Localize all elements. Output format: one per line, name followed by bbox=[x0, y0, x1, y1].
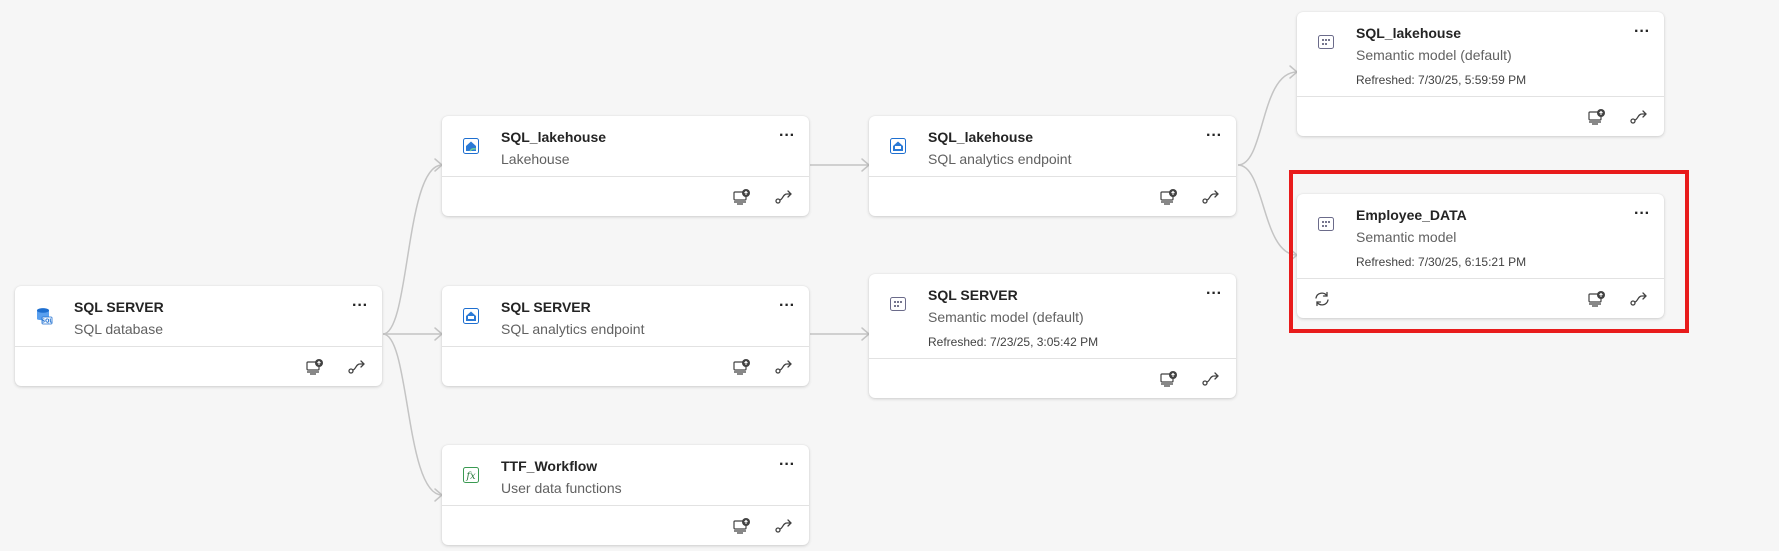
sql-analytics-endpoint-icon bbox=[462, 307, 480, 325]
card-footer bbox=[869, 177, 1236, 216]
card-footer bbox=[15, 347, 382, 386]
card-title[interactable]: SQL_lakehouse bbox=[501, 129, 606, 145]
node-card-ttf-workflow[interactable]: fx TTF_Workflow User data functions ··· bbox=[442, 445, 809, 545]
edge-db-to-lakehouse bbox=[382, 164, 443, 335]
node-card-lakehouse[interactable]: SQL_lakehouse Lakehouse ··· bbox=[442, 116, 809, 216]
user-data-functions-icon: fx bbox=[462, 466, 480, 484]
impact-analysis-icon[interactable] bbox=[1586, 107, 1608, 127]
lineage-icon[interactable] bbox=[1628, 107, 1650, 127]
impact-analysis-icon[interactable] bbox=[1158, 369, 1180, 389]
sql-database-icon: SQL bbox=[35, 307, 53, 325]
svg-text:SQL: SQL bbox=[41, 319, 53, 325]
card-header: SQL SERVER Semantic model (default) Refr… bbox=[869, 274, 1236, 359]
lineage-icon[interactable] bbox=[773, 187, 795, 207]
card-header: SQL_lakehouse SQL analytics endpoint ··· bbox=[869, 116, 1236, 177]
refreshed-timestamp: Refreshed: 7/23/25, 3:05:42 PM bbox=[928, 335, 1099, 349]
impact-analysis-icon[interactable] bbox=[1158, 187, 1180, 207]
impact-analysis-icon[interactable] bbox=[304, 357, 326, 377]
lineage-icon[interactable] bbox=[773, 357, 795, 377]
impact-analysis-icon[interactable] bbox=[731, 357, 753, 377]
card-subtitle: SQL analytics endpoint bbox=[501, 321, 645, 337]
edge-db-to-workflow bbox=[382, 333, 443, 496]
lineage-icon[interactable] bbox=[1200, 369, 1222, 389]
impact-analysis-icon[interactable] bbox=[731, 187, 753, 207]
card-footer bbox=[442, 347, 809, 386]
card-subtitle: User data functions bbox=[501, 480, 622, 496]
card-title[interactable]: SQL SERVER bbox=[928, 287, 1018, 303]
svg-text:fx: fx bbox=[465, 471, 476, 482]
card-title[interactable]: SQL SERVER bbox=[74, 299, 164, 315]
more-options-button[interactable]: ··· bbox=[775, 298, 799, 319]
highlight-box bbox=[1289, 170, 1689, 333]
card-footer bbox=[442, 506, 809, 545]
card-header: SQL_lakehouse Semantic model (default) R… bbox=[1297, 12, 1664, 97]
card-header: fx TTF_Workflow User data functions ··· bbox=[442, 445, 809, 506]
card-footer bbox=[869, 359, 1236, 398]
impact-analysis-icon[interactable] bbox=[731, 516, 753, 536]
card-header: SQL SQL SERVER SQL database ··· bbox=[15, 286, 382, 347]
edge-lh-endpoint-to-lh-model bbox=[1237, 71, 1298, 166]
more-options-button[interactable]: ··· bbox=[1630, 24, 1654, 45]
more-options-button[interactable]: ··· bbox=[1202, 128, 1226, 149]
semantic-model-icon bbox=[1317, 33, 1335, 51]
card-footer bbox=[1297, 97, 1664, 136]
semantic-model-icon bbox=[889, 295, 907, 313]
card-header: SQL_lakehouse Lakehouse ··· bbox=[442, 116, 809, 177]
node-card-sqlserver-endpoint[interactable]: SQL SERVER SQL analytics endpoint ··· bbox=[442, 286, 809, 386]
refreshed-timestamp: Refreshed: 7/30/25, 5:59:59 PM bbox=[1356, 73, 1527, 87]
card-title[interactable]: SQL_lakehouse bbox=[1356, 25, 1461, 41]
card-subtitle: SQL analytics endpoint bbox=[928, 151, 1072, 167]
card-header: SQL SERVER SQL analytics endpoint ··· bbox=[442, 286, 809, 347]
more-options-button[interactable]: ··· bbox=[775, 457, 799, 478]
card-subtitle: Lakehouse bbox=[501, 151, 570, 167]
node-card-sqlserver-database[interactable]: SQL SQL SERVER SQL database ··· bbox=[15, 286, 382, 386]
lineage-icon[interactable] bbox=[1200, 187, 1222, 207]
lineage-icon[interactable] bbox=[346, 357, 368, 377]
node-card-lakehouse-endpoint[interactable]: SQL_lakehouse SQL analytics endpoint ··· bbox=[869, 116, 1236, 216]
node-card-sqlserver-semantic-model[interactable]: SQL SERVER Semantic model (default) Refr… bbox=[869, 274, 1236, 398]
card-subtitle: SQL database bbox=[74, 321, 163, 337]
more-options-button[interactable]: ··· bbox=[1202, 286, 1226, 307]
lakehouse-icon bbox=[462, 137, 480, 155]
node-card-lakehouse-semantic-model[interactable]: SQL_lakehouse Semantic model (default) R… bbox=[1297, 12, 1664, 136]
card-title[interactable]: TTF_Workflow bbox=[501, 458, 597, 474]
card-subtitle: Semantic model (default) bbox=[928, 309, 1084, 325]
card-subtitle: Semantic model (default) bbox=[1356, 47, 1512, 63]
more-options-button[interactable]: ··· bbox=[775, 128, 799, 149]
lineage-icon[interactable] bbox=[773, 516, 795, 536]
card-title[interactable]: SQL SERVER bbox=[501, 299, 591, 315]
card-title[interactable]: SQL_lakehouse bbox=[928, 129, 1033, 145]
more-options-button[interactable]: ··· bbox=[348, 298, 372, 319]
card-footer bbox=[442, 177, 809, 216]
sql-analytics-endpoint-icon bbox=[889, 137, 907, 155]
